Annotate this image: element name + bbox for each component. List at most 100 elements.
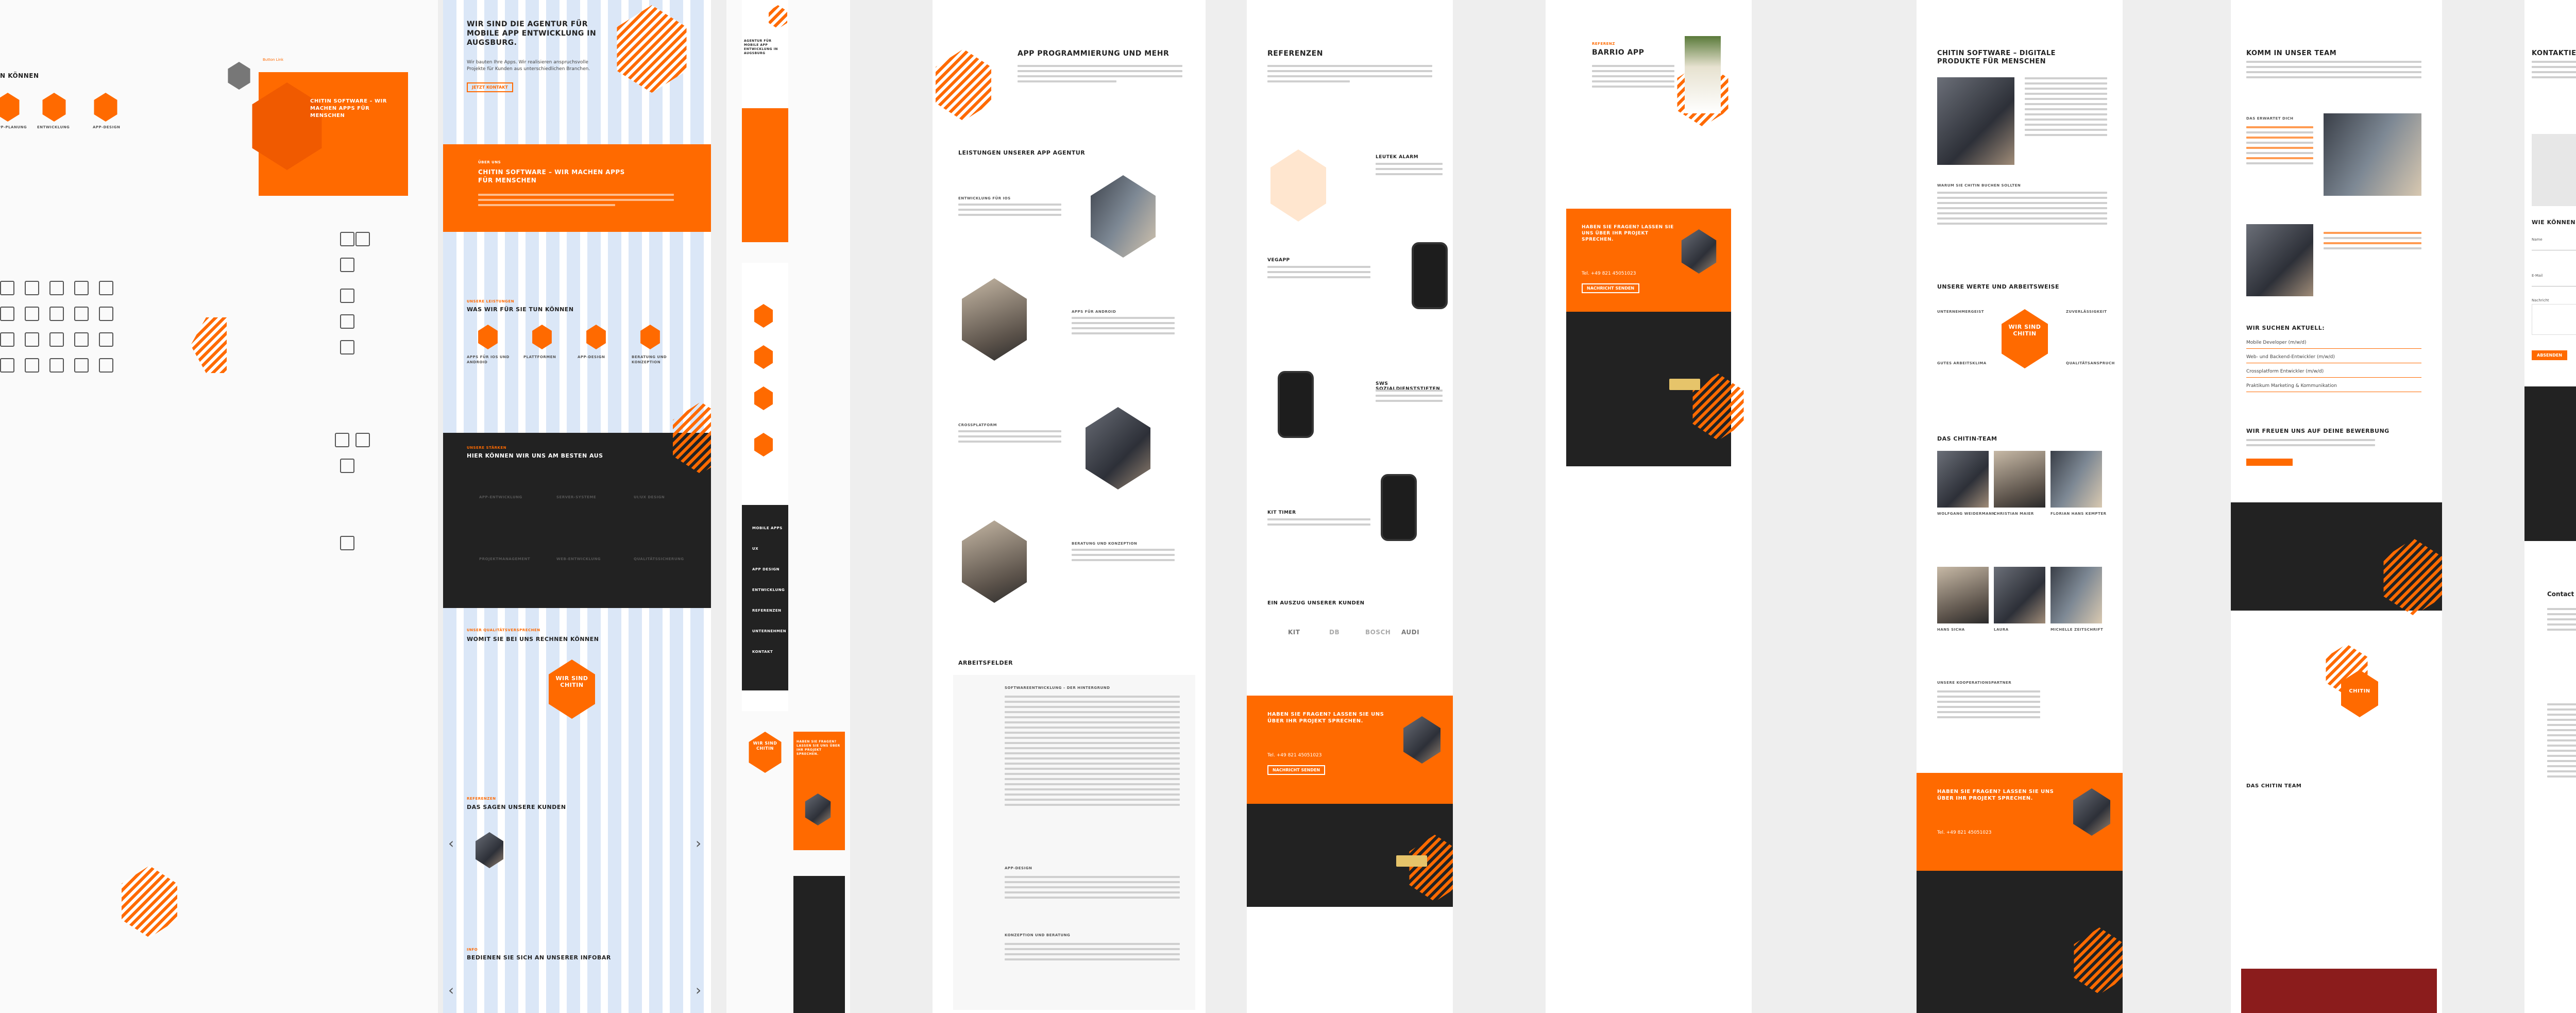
mobile-nav-item[interactable]: REFERENZEN (752, 608, 781, 613)
service-item-text (958, 204, 1061, 219)
service-photo (962, 278, 1027, 361)
line-icon (74, 281, 89, 295)
job-position[interactable]: Web- und Backend-Entwickler (m/w/d) (2246, 352, 2421, 363)
cta-button[interactable]: Nachricht senden (1582, 283, 1640, 293)
stripe-hexagon-decor (122, 866, 177, 938)
contact-title: KONTAKTIEREN SI (2532, 49, 2576, 57)
barrio-kicker: REFERENZ (1592, 42, 1615, 46)
service-label: PLATTFORMEN (523, 355, 556, 359)
team-member-name: Hans Sicha (1937, 628, 1965, 632)
info-next-icon[interactable]: › (696, 982, 701, 999)
service-item-title: APPS FÜR ANDROID (1072, 310, 1116, 314)
app-store-badge[interactable] (1396, 855, 1427, 867)
jobs-photo-caption (2324, 232, 2421, 252)
stripe-hexagon-decor (191, 317, 227, 373)
services-page-title: APP PROGRAMMIERUNG UND MEHR (1018, 49, 1170, 58)
apply-button[interactable] (2246, 459, 2293, 466)
app-ref-title: KIT TIMER (1267, 510, 1296, 515)
mobile-nav-item[interactable]: MOBILE APPS (752, 526, 783, 531)
email-field[interactable] (2532, 279, 2576, 286)
client-logo: KIT (1288, 629, 1300, 636)
mobile-screen-1: AGENTUR FÜR MOBILE APP ENTWICKLUNG IN AU… (742, 0, 788, 242)
mobile-nav-item[interactable]: KONTAKT (752, 649, 773, 654)
cta-avatar (2073, 788, 2110, 836)
services-kicker: UNSERE LEISTUNGEN (467, 299, 515, 303)
line-icon (0, 332, 14, 347)
jobs-intro (2246, 61, 2421, 81)
line-icon (25, 307, 39, 321)
banner-text (478, 194, 674, 209)
app-screenshot (1270, 149, 1326, 222)
message-field[interactable] (2532, 304, 2576, 335)
about-intro (2025, 77, 2107, 139)
service-label: APP-DESIGN (578, 355, 605, 359)
testimonial-kicker: REFERENZEN (467, 797, 496, 801)
footer-hex-decor (1409, 835, 1453, 902)
job-position[interactable]: Mobile Developer (m/w/d) (2246, 337, 2421, 349)
job-position[interactable]: Praktikum Marketing & Kommunikation (2246, 381, 2421, 392)
info-prev-icon[interactable]: ‹ (448, 982, 454, 999)
clients-title: EIN AUSZUG UNSERER KUNDEN (1267, 600, 1365, 606)
about-board: CHITIN SOFTWARE – DIGITALE PRODUKTE FÜR … (1917, 0, 2123, 1013)
strength-label: SERVER-SYSTEME (556, 495, 597, 499)
mobile-cta-title: HABEN SIE FRAGEN? LASSEN SIE UNS ÜBER IH… (796, 740, 840, 756)
tag-chip[interactable]: Button Link (263, 58, 283, 62)
strength-label: APP-ENTWICKLUNG (479, 495, 522, 499)
cta-title: HABEN SIE FRAGEN? LASSEN SIE UNS ÜBER IH… (1267, 712, 1384, 724)
mobile-nav-item[interactable]: APP DESIGN (752, 567, 779, 572)
about-footer (1917, 871, 2123, 1013)
form-label: E-Mail (2532, 274, 2543, 278)
device-icon (340, 340, 354, 354)
values-logo-hex (549, 660, 595, 719)
line-icon (49, 332, 64, 347)
service-photo (1086, 407, 1150, 489)
feature-row: APP-PLANUNG ENTWICKLUNG APP-DESIGN (0, 93, 227, 155)
value-item: GUTES ARBEITSKLIMA (1937, 361, 1987, 365)
service-item-text (1072, 317, 1175, 337)
mobile-nav-item[interactable]: UX (752, 546, 758, 551)
feature-label: ENTWICKLUNG (37, 125, 70, 129)
service-hex-icon (478, 325, 498, 349)
strengths-title: HIER KÖNNEN WIR UNS AM BESTEN AUS (467, 452, 603, 459)
team-member-name: Michelle Zeitschrift (2050, 628, 2104, 632)
mobile-logo-hex (749, 732, 782, 773)
jobs-board: KOMM IN UNSER TEAM DAS ERWARTET DICH WIR… (2231, 0, 2442, 1013)
device-icon (340, 314, 354, 329)
line-icon (99, 281, 113, 295)
styleguide-board-2: Button Link CHITIN SOFTWARE – WIR MACHEN… (227, 0, 438, 1013)
team-member-name: Florian Hans Kempter (2050, 512, 2107, 516)
job-position[interactable]: Crossplatform Entwickler (m/w/d) (2246, 366, 2421, 378)
field-text (1005, 943, 1180, 964)
carousel-next-icon[interactable]: › (696, 835, 701, 852)
service-item-text (958, 430, 1061, 446)
services-hero-hex (936, 49, 991, 121)
app-store-badge[interactable] (1669, 379, 1700, 390)
team-photo (2050, 567, 2102, 623)
small-icons-column (335, 232, 381, 567)
line-icon (99, 358, 113, 373)
arbeitsfelder-list: SOFTWAREENTWICKLUNG – DER HINTERGRUND AP… (953, 675, 1195, 1010)
mobile-nav-item[interactable]: ENTWICKLUNG (752, 587, 785, 593)
name-field[interactable] (2532, 243, 2576, 250)
service-label: APPS FÜR IOS UND ANDROID (467, 355, 510, 364)
contact-submit-button[interactable]: Absenden (2532, 350, 2568, 360)
mobile-nav-item[interactable]: UNTERNEHMEN (752, 629, 786, 634)
hero-hex-graphic (617, 5, 687, 93)
device-icon (355, 433, 370, 447)
carousel-prev-icon[interactable]: ‹ (448, 835, 454, 852)
line-icon (0, 307, 14, 321)
mobile-nav-menu: MOBILE APPS UX APP DESIGN ENTWICKLUNG RE… (742, 505, 788, 690)
cta-button[interactable]: Nachricht senden (1267, 765, 1326, 775)
barrio-cta: HABEN SIE FRAGEN? LASSEN SIE UNS ÜBER IH… (1566, 209, 1731, 312)
home-board: WIR SIND DIE AGENTUR FÜR MOBILE APP ENTW… (443, 0, 711, 1013)
app-phone-mockup (1412, 242, 1448, 309)
contact-map[interactable] (2532, 134, 2576, 206)
cta-phone: Tel. +49 821 45051023 (1582, 271, 1636, 276)
strengths-kicker: UNSERE STÄRKEN (467, 446, 507, 450)
strength-label: UI/UX DESIGN (634, 495, 665, 499)
home-hero-subtitle: Wir bauten Ihre Apps. Wir realisieren an… (467, 60, 590, 72)
home-hero-button[interactable]: Jetzt Kontakt (467, 82, 513, 92)
strength-label: PROJEKTMANAGEMENT (479, 557, 531, 561)
field-title: KONZEPTION UND BERATUNG (1005, 933, 1071, 937)
about-logo-hex (2002, 309, 2048, 368)
